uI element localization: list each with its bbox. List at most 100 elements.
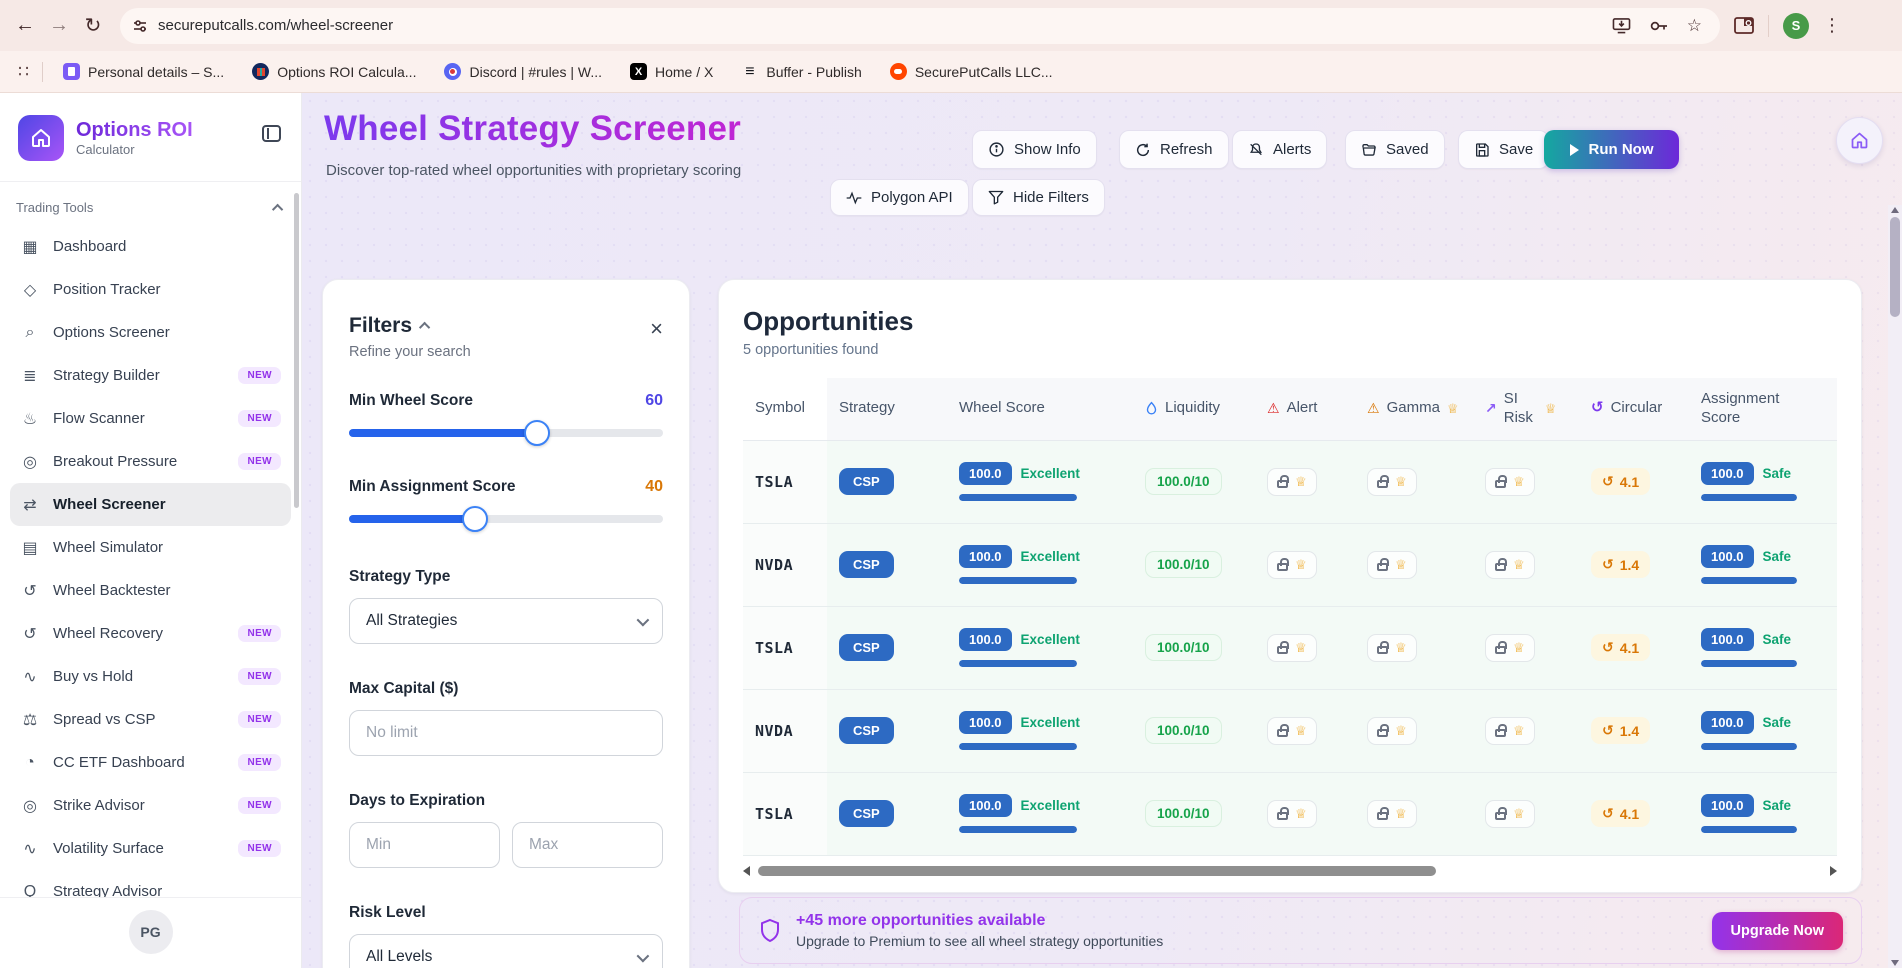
site-settings-icon[interactable] [132, 18, 148, 34]
min-assignment-score-thumb[interactable] [461, 506, 488, 532]
forward-button[interactable]: → [42, 14, 76, 37]
sidebar-item-volatility-surface[interactable]: ∿ Volatility Surface NEW [10, 827, 291, 870]
si-risk-locked-pill[interactable]: ♕ [1485, 550, 1535, 579]
assignment-score-bar [1701, 743, 1797, 750]
table-row[interactable]: NVDA CSP 100.0 Excellent 100.0/10 ♕ ♕ ♕ … [743, 523, 1837, 607]
sidebar-section-trading-tools[interactable]: Trading Tools [0, 192, 301, 225]
sidebar-scrollbar[interactable] [294, 193, 299, 508]
refresh-button[interactable]: Refresh [1119, 130, 1229, 169]
min-wheel-score-thumb[interactable] [524, 420, 551, 446]
dte-min-input[interactable] [349, 822, 500, 868]
gamma-locked-pill[interactable]: ♕ [1367, 799, 1417, 828]
hide-filters-button[interactable]: Hide Filters [972, 179, 1105, 216]
strategy-type-select[interactable]: All Strategies [349, 598, 663, 644]
saved-button[interactable]: Saved [1345, 130, 1445, 169]
password-key-icon[interactable] [1649, 19, 1669, 33]
install-icon[interactable] [1612, 17, 1631, 34]
column-header-gamma[interactable]: ⚠ Gamma ♕ [1355, 378, 1473, 440]
column-header-si-risk[interactable]: ↗ SI Risk ♕ [1473, 378, 1579, 440]
gamma-locked-pill[interactable]: ♕ [1367, 467, 1417, 496]
bookmark-buffer-publish[interactable]: ≡ Buffer - Publish [731, 59, 871, 84]
si-risk-locked-pill[interactable]: ♕ [1485, 799, 1535, 828]
max-capital-input[interactable] [349, 710, 663, 756]
table-row[interactable]: TSLA CSP 100.0 Excellent 100.0/10 ♕ ♕ ♕ … [743, 606, 1837, 690]
column-header-symbol[interactable]: Symbol [743, 378, 827, 440]
sidebar-item-wheel-backtester[interactable]: ↺ Wheel Backtester [10, 569, 291, 612]
column-header-assignment-score[interactable]: Assignment Score [1689, 378, 1839, 440]
sidebar-item-wheel-screener[interactable]: ⇄ Wheel Screener [10, 483, 291, 526]
apps-grid-icon[interactable]: ∷ [10, 62, 38, 82]
bookmark-discord-rules-w[interactable]: Discord | #rules | W... [434, 59, 612, 84]
scroll-right-icon[interactable] [1830, 866, 1837, 876]
save-button[interactable]: Save [1458, 130, 1550, 169]
sidebar-item-flow-scanner[interactable]: ♨ Flow Scanner NEW [10, 397, 291, 440]
discord-icon [444, 63, 462, 80]
dte-max-input[interactable] [512, 822, 663, 868]
alert-locked-pill[interactable]: ♕ [1267, 550, 1317, 579]
vertical-scrollbar[interactable] [1888, 205, 1902, 968]
gamma-locked-pill[interactable]: ♕ [1367, 633, 1417, 662]
sidebar-item-wheel-recovery[interactable]: ↺ Wheel Recovery NEW [10, 612, 291, 655]
run-now-button[interactable]: Run Now [1544, 130, 1679, 169]
bookmark-home-x[interactable]: X Home / X [620, 59, 723, 84]
alert-locked-pill[interactable]: ♕ [1267, 633, 1317, 662]
show-info-button[interactable]: Show Info [972, 130, 1097, 169]
horizontal-scrollbar[interactable] [743, 864, 1837, 878]
upgrade-now-button[interactable]: Upgrade Now [1711, 911, 1843, 950]
column-header-wheel-score[interactable]: Wheel Score [947, 378, 1133, 440]
sidebar-item-breakout-pressure[interactable]: ◎ Breakout Pressure NEW [10, 440, 291, 483]
column-header-liquidity[interactable]: Liquidity [1133, 378, 1255, 440]
scroll-up-icon[interactable] [1891, 207, 1899, 213]
si-risk-locked-pill[interactable]: ♕ [1485, 716, 1535, 745]
bookmark-star-icon[interactable]: ☆ [1687, 16, 1702, 36]
lock-icon [1277, 558, 1289, 571]
min-assignment-score-slider[interactable] [349, 506, 663, 532]
bookmark-options-roi-calcula[interactable]: Options ROI Calcula... [242, 59, 426, 84]
sidebar-item-buy-vs-hold[interactable]: ∿ Buy vs Hold NEW [10, 655, 291, 698]
sidebar-item-position-tracker[interactable]: ◇ Position Tracker [10, 268, 291, 311]
bookmark-secureputcalls-llc[interactable]: SecurePutCalls LLC... [880, 59, 1063, 84]
sidebar-item-strategy-builder[interactable]: ≣ Strategy Builder NEW [10, 354, 291, 397]
reload-button[interactable]: ↻ [76, 13, 110, 38]
table-row[interactable]: NVDA CSP 100.0 Excellent 100.0/10 ♕ ♕ ♕ … [743, 689, 1837, 773]
scroll-down-icon[interactable] [1891, 960, 1899, 966]
sidebar-item-cc-etf-dashboard[interactable]: ◔ CC ETF Dashboard NEW [10, 741, 291, 784]
si-risk-locked-pill[interactable]: ♕ [1485, 467, 1535, 496]
sidebar-collapse-icon[interactable] [262, 125, 281, 142]
sidebar-item-dashboard[interactable]: ▦ Dashboard [10, 225, 291, 268]
column-header-alert[interactable]: ⚠ Alert [1255, 378, 1355, 440]
scroll-left-icon[interactable] [743, 866, 750, 876]
column-header-circular[interactable]: ↺ Circular [1579, 378, 1689, 440]
home-button[interactable] [1836, 117, 1883, 164]
risk-level-select[interactable]: All Levels [349, 934, 663, 968]
browser-menu-icon[interactable]: ⋮ [1823, 15, 1841, 36]
polygon-api-button[interactable]: Polygon API [830, 179, 969, 216]
sidebar-item-spread-vs-csp[interactable]: ⚖ Spread vs CSP NEW [10, 698, 291, 741]
side-panel-icon[interactable] [1734, 17, 1754, 34]
app-logo[interactable] [18, 115, 64, 161]
sidebar-item-strike-advisor[interactable]: ◎ Strike Advisor NEW [10, 784, 291, 827]
gamma-locked-pill[interactable]: ♕ [1367, 716, 1417, 745]
table-row[interactable]: TSLA CSP 100.0 Excellent 100.0/10 ♕ ♕ ♕ … [743, 440, 1837, 524]
back-button[interactable]: ← [8, 14, 42, 37]
alert-locked-pill[interactable]: ♕ [1267, 467, 1317, 496]
alerts-button[interactable]: Alerts [1232, 130, 1328, 169]
min-wheel-score-slider[interactable] [349, 420, 663, 446]
gamma-locked-pill[interactable]: ♕ [1367, 550, 1417, 579]
filters-collapse-icon[interactable] [418, 321, 431, 334]
filters-subtitle: Refine your search [349, 344, 471, 360]
sidebar-item-options-screener[interactable]: ⌕ Options Screener [10, 311, 291, 354]
bookmark-personal-details-s[interactable]: Personal details – S... [53, 59, 234, 84]
profile-avatar[interactable]: S [1783, 12, 1809, 39]
user-avatar[interactable]: PG [128, 910, 173, 954]
scrollbar-thumb[interactable] [758, 866, 1437, 876]
scrollbar-thumb[interactable] [1890, 217, 1900, 317]
alert-locked-pill[interactable]: ♕ [1267, 716, 1317, 745]
url-bar[interactable]: secureputcalls.com/wheel-screener ☆ [120, 7, 1720, 44]
alert-locked-pill[interactable]: ♕ [1267, 799, 1317, 828]
close-icon[interactable]: × [650, 318, 663, 340]
sidebar-item-wheel-simulator[interactable]: ▤ Wheel Simulator [10, 526, 291, 569]
column-header-strategy[interactable]: Strategy [827, 378, 947, 440]
si-risk-locked-pill[interactable]: ♕ [1485, 633, 1535, 662]
table-row[interactable]: TSLA CSP 100.0 Excellent 100.0/10 ♕ ♕ ♕ … [743, 772, 1837, 856]
